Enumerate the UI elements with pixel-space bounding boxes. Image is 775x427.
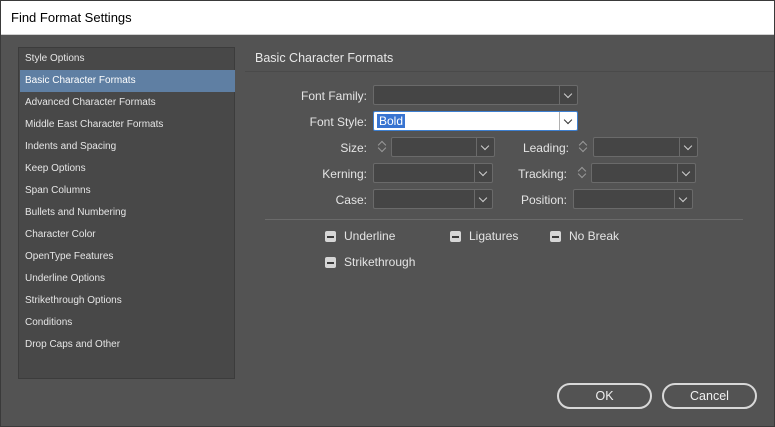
chevron-down-icon[interactable] <box>474 164 492 182</box>
leading-label: Leading: <box>522 141 569 155</box>
strikethrough-checkbox[interactable] <box>325 257 336 268</box>
category-span-columns[interactable]: Span Columns <box>20 180 235 202</box>
font-family-dropdown[interactable] <box>373 85 578 105</box>
underline-checkbox[interactable] <box>325 231 336 242</box>
underline-label[interactable]: Underline <box>344 229 395 243</box>
strikethrough-label[interactable]: Strikethrough <box>344 255 415 269</box>
chevron-down-icon[interactable] <box>559 112 577 130</box>
category-bullets-and-numbering[interactable]: Bullets and Numbering <box>20 202 235 224</box>
category-drop-caps-and-other[interactable]: Drop Caps and Other <box>20 334 235 356</box>
size-dropdown[interactable] <box>391 137 495 157</box>
category-underline-options[interactable]: Underline Options <box>20 268 235 290</box>
size-stepper[interactable] <box>375 137 391 157</box>
category-style-options[interactable]: Style Options <box>20 48 235 70</box>
tracking-stepper[interactable] <box>575 163 591 183</box>
font-style-value[interactable]: Bold <box>377 114 406 128</box>
category-character-color[interactable]: Character Color <box>20 224 235 246</box>
case-dropdown[interactable] <box>373 189 493 209</box>
no-break-label[interactable]: No Break <box>569 229 619 243</box>
find-format-settings-dialog: Find Format Settings Style Options Basic… <box>0 0 775 427</box>
category-indents-and-spacing[interactable]: Indents and Spacing <box>20 136 235 158</box>
position-dropdown[interactable] <box>573 189 693 209</box>
tracking-dropdown[interactable] <box>591 163 696 183</box>
leading-dropdown[interactable] <box>593 137 698 157</box>
kerning-dropdown[interactable] <box>373 163 493 183</box>
chevron-down-icon[interactable] <box>679 138 697 156</box>
category-advanced-character-formats[interactable]: Advanced Character Formats <box>20 92 235 114</box>
leading-stepper[interactable] <box>576 137 592 157</box>
category-conditions[interactable]: Conditions <box>20 312 235 334</box>
chevron-down-icon[interactable] <box>677 164 695 182</box>
category-keep-options[interactable]: Keep Options <box>20 158 235 180</box>
chevron-down-icon[interactable] <box>674 190 692 208</box>
category-opentype-features[interactable]: OpenType Features <box>20 246 235 268</box>
font-style-label: Font Style: <box>309 115 367 129</box>
ligatures-checkbox[interactable] <box>450 231 461 242</box>
title-bar: Find Format Settings <box>1 1 774 35</box>
ok-button[interactable]: OK <box>557 383 652 409</box>
cancel-button[interactable]: Cancel <box>662 383 757 409</box>
tracking-label: Tracking: <box>518 167 567 181</box>
no-break-checkbox[interactable] <box>550 231 561 242</box>
chevron-down-icon[interactable] <box>474 190 492 208</box>
category-strikethrough-options[interactable]: Strikethrough Options <box>20 290 235 312</box>
kerning-label: Kerning: <box>322 167 367 181</box>
category-basic-character-formats[interactable]: Basic Character Formats <box>20 70 235 92</box>
size-label: Size: <box>340 141 367 155</box>
position-label: Position: <box>520 193 567 207</box>
chevron-down-icon[interactable] <box>476 138 494 156</box>
ligatures-label[interactable]: Ligatures <box>469 229 518 243</box>
font-family-label: Font Family: <box>300 89 367 103</box>
category-list: Style Options Basic Character Formats Ad… <box>18 47 235 379</box>
chevron-down-icon[interactable] <box>559 86 577 104</box>
panel-title: Basic Character Formats <box>255 51 394 65</box>
font-style-dropdown[interactable]: Bold <box>373 111 578 131</box>
case-label: Case: <box>335 193 367 207</box>
options-divider <box>265 219 743 220</box>
header-divider <box>245 71 774 72</box>
category-middle-east-character-formats[interactable]: Middle East Character Formats <box>20 114 235 136</box>
dialog-title: Find Format Settings <box>11 10 132 25</box>
